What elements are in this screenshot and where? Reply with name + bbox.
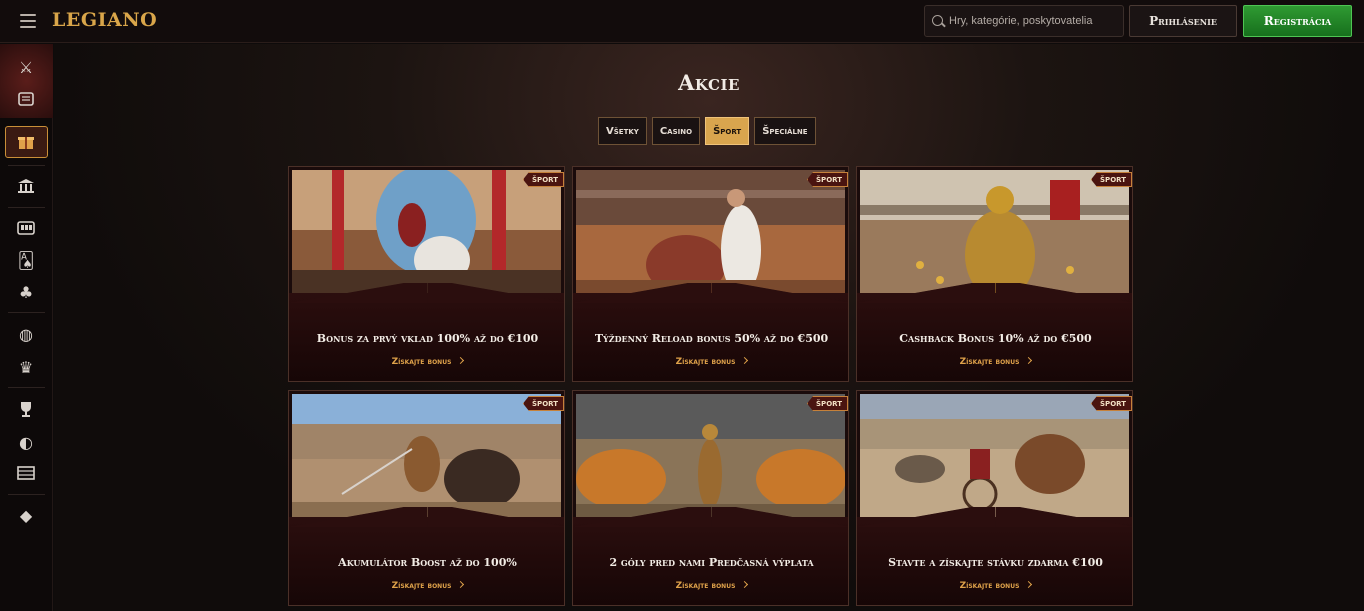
divider (8, 494, 45, 495)
claim-bonus-link[interactable]: Získajte bonus (857, 356, 1132, 367)
promo-image (860, 170, 1129, 298)
promo-card[interactable]: ŠPORT Stavte a získajte stávku zdarma €1… (856, 390, 1133, 606)
chevron-right-icon (457, 356, 465, 365)
gift-icon[interactable] (15, 131, 37, 153)
claim-bonus-link[interactable]: Získajte bonus (573, 356, 848, 367)
table-icon[interactable] (15, 462, 37, 484)
search-placeholder: Hry, kategórie, poskytovatelia (949, 15, 1093, 27)
promo-card[interactable]: ŠPORT Akumulátor Boost až do 100% Získaj… (288, 390, 565, 606)
filter-special[interactable]: Špeciálne (754, 117, 816, 145)
claim-bonus-link[interactable]: Získajte bonus (573, 580, 848, 591)
claim-bonus-link[interactable]: Získajte bonus (289, 356, 564, 367)
promo-card[interactable]: ŠPORT Cashback Bonus 10% až do €500 Získ… (856, 166, 1133, 382)
claim-bonus-label: Získajte bonus (959, 581, 1020, 591)
promo-image (292, 394, 561, 522)
divider (8, 165, 45, 166)
filter-all[interactable]: Všetky (598, 117, 647, 145)
search-icon (932, 15, 943, 26)
diamond-icon[interactable]: ◆ (15, 504, 37, 526)
promo-title: Akumulátor Boost až do 100% (338, 556, 517, 569)
claim-bonus-label: Získajte bonus (959, 357, 1020, 367)
category-badge: ŠPORT (807, 396, 848, 411)
promo-grid: ŠPORT Bonus za prvý vklad 100% až do €10… (288, 166, 1133, 606)
search-input[interactable]: Hry, kategórie, poskytovatelia (924, 5, 1124, 37)
claim-bonus-label: Získajte bonus (391, 357, 452, 367)
login-button[interactable]: Prihlásenie (1129, 5, 1237, 37)
chevron-right-icon (1025, 356, 1033, 365)
logo[interactable]: LEGIANO (52, 9, 157, 31)
sidebar: ⚔ 🂡 ♣ ◍ ♛ ◐ ◆ (0, 44, 53, 611)
promo-title: 2 góly pred nami Predčasná výplata (609, 556, 814, 569)
temple-icon[interactable] (15, 175, 37, 197)
top-bar: LEGIANO Hry, kategórie, poskytovatelia P… (0, 0, 1364, 43)
divider (8, 387, 45, 388)
ball-icon[interactable]: ◐ (15, 431, 37, 453)
claim-bonus-link[interactable]: Získajte bonus (289, 580, 564, 591)
clover-icon[interactable]: ♣ (15, 281, 37, 303)
filter-tabs: Všetky Casino Šport Špeciálne (598, 117, 816, 145)
promo-card[interactable]: ŠPORT Týždenný Reload bonus 50% až do €5… (572, 166, 849, 382)
divider (8, 312, 45, 313)
category-badge: ŠPORT (1091, 396, 1132, 411)
chevron-right-icon (457, 580, 465, 589)
filter-casino[interactable]: Casino (651, 117, 701, 145)
swords-icon[interactable]: ⚔ (15, 56, 37, 78)
globe-icon[interactable]: ◍ (15, 323, 37, 345)
category-badge: ŠPORT (523, 396, 564, 411)
claim-bonus-label: Získajte bonus (675, 581, 736, 591)
claim-bonus-label: Získajte bonus (391, 581, 452, 591)
category-badge: ŠPORT (523, 172, 564, 187)
promo-title: Týždenný Reload bonus 50% až do €500 (594, 332, 829, 345)
chevron-right-icon (741, 580, 749, 589)
promo-image (292, 170, 561, 298)
menu-icon[interactable] (20, 14, 36, 28)
slot-machine-icon[interactable] (15, 217, 37, 239)
cards-icon[interactable]: 🂡 (15, 249, 37, 271)
main-content: Akcie Všetky Casino Šport Špeciálne ŠPOR… (54, 44, 1364, 611)
category-badge: ŠPORT (1091, 172, 1132, 187)
chevron-right-icon (1025, 580, 1033, 589)
filter-sport[interactable]: Šport (705, 117, 750, 145)
promo-title: Cashback Bonus 10% až do €500 (899, 332, 1092, 345)
divider (8, 207, 45, 208)
promo-title: Bonus za prvý vklad 100% až do €100 (316, 332, 539, 345)
chevron-right-icon (741, 356, 749, 365)
claim-bonus-link[interactable]: Získajte bonus (857, 580, 1132, 591)
claim-bonus-label: Získajte bonus (675, 357, 736, 367)
page-title: Akcie (678, 70, 740, 95)
promo-card[interactable]: ŠPORT 2 góly pred nami Predčasná výplata… (572, 390, 849, 606)
trophy-icon[interactable] (15, 398, 37, 420)
register-button[interactable]: Registrácia (1243, 5, 1352, 37)
crown-icon[interactable]: ♛ (15, 356, 37, 378)
promo-image (860, 394, 1129, 522)
promo-title: Stavte a získajte stávku zdarma €100 (888, 556, 1103, 569)
promo-image (576, 394, 845, 522)
promo-card[interactable]: ŠPORT Bonus za prvý vklad 100% až do €10… (288, 166, 565, 382)
promo-image (576, 170, 845, 298)
category-badge: ŠPORT (807, 172, 848, 187)
scroll-icon[interactable] (15, 88, 37, 110)
